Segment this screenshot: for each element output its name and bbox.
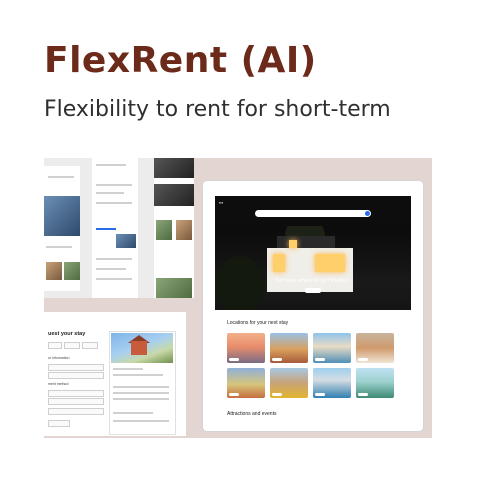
property-summary-card — [109, 331, 176, 435]
lit-window — [289, 240, 297, 248]
locations-section-title: Locations for your next stay — [227, 320, 289, 326]
location-label — [272, 393, 282, 396]
listing-thumbnail — [176, 220, 192, 240]
mobile-screen-payment — [92, 158, 138, 298]
mini-text-line — [96, 184, 132, 186]
hero-banner: Not sure where to go? Perfect. — [215, 226, 411, 310]
attractions-section-title: Attractions and events — [227, 411, 277, 417]
location-label — [358, 358, 368, 361]
property-thumbnail — [116, 234, 136, 248]
mini-text-line — [113, 420, 169, 422]
listing-image — [156, 278, 192, 298]
location-label — [229, 393, 239, 396]
mini-text-line — [113, 386, 169, 388]
mini-text-line — [96, 258, 132, 260]
form-field[interactable] — [48, 372, 104, 379]
location-label — [229, 358, 239, 361]
mini-text-line — [96, 192, 124, 194]
mini-text-line — [113, 392, 169, 394]
mobile-screen-listing — [154, 158, 194, 298]
location-card[interactable] — [313, 333, 351, 363]
mini-text-line — [113, 368, 143, 370]
stay-thumbnail — [64, 262, 80, 280]
location-label — [315, 358, 325, 361]
listing-image — [154, 158, 194, 178]
form-field[interactable] — [48, 398, 104, 405]
stay-thumbnail — [46, 262, 62, 280]
location-card[interactable] — [356, 333, 394, 363]
hero-cta-button[interactable] — [305, 288, 321, 293]
search-button[interactable] — [365, 211, 370, 216]
location-card[interactable] — [227, 368, 265, 398]
option-box[interactable] — [82, 342, 98, 349]
hero-image — [44, 196, 80, 236]
location-card[interactable] — [227, 333, 265, 363]
search-input[interactable] — [255, 210, 371, 217]
listing-image — [154, 184, 194, 206]
payment-section-label: ment method — [48, 382, 69, 386]
location-label — [272, 358, 282, 361]
site-logo: ▪▪▪ — [219, 200, 224, 205]
option-box[interactable] — [48, 342, 62, 349]
mini-text-line — [113, 398, 169, 400]
lit-window — [315, 254, 345, 272]
option-box[interactable] — [64, 342, 80, 349]
mini-header-line — [48, 176, 74, 178]
hero-headline: Not sure where to go? Perfect. — [275, 278, 351, 284]
mini-text-line — [113, 412, 153, 414]
location-card[interactable] — [270, 333, 308, 363]
location-label — [315, 393, 325, 396]
mini-text-line — [96, 278, 132, 280]
mini-text-line — [96, 268, 126, 270]
page-subtitle: Flexibility to rent for short-term — [44, 97, 391, 122]
mobile-screens-collage — [44, 158, 194, 298]
form-field[interactable] — [48, 408, 104, 415]
listing-thumbnail — [156, 220, 172, 240]
page-title: FlexRent (AI) — [44, 40, 317, 81]
property-image — [111, 333, 173, 363]
booking-request-screen: uest your stay ur information ment metho… — [44, 312, 186, 436]
form-field[interactable] — [48, 364, 104, 371]
desktop-browser-mockup: ▪▪▪ Not sure where to go? Perfect. Locat… — [202, 180, 424, 432]
mini-text-line — [113, 374, 163, 376]
site-top-bar: ▪▪▪ — [215, 196, 411, 226]
house-shape — [131, 341, 147, 355]
mini-link — [96, 228, 116, 230]
location-card[interactable] — [313, 368, 351, 398]
lit-window — [273, 254, 285, 272]
mini-text-line — [96, 202, 132, 204]
mini-text-line — [46, 246, 72, 248]
location-card[interactable] — [270, 368, 308, 398]
location-label — [358, 393, 368, 396]
mobile-screen-home — [44, 166, 80, 291]
location-card[interactable] — [356, 368, 394, 398]
booking-heading: uest your stay — [48, 331, 86, 337]
form-field[interactable] — [48, 390, 104, 397]
info-section-label: ur information — [48, 356, 70, 360]
form-field[interactable] — [48, 420, 70, 427]
mini-text-line — [96, 164, 126, 166]
